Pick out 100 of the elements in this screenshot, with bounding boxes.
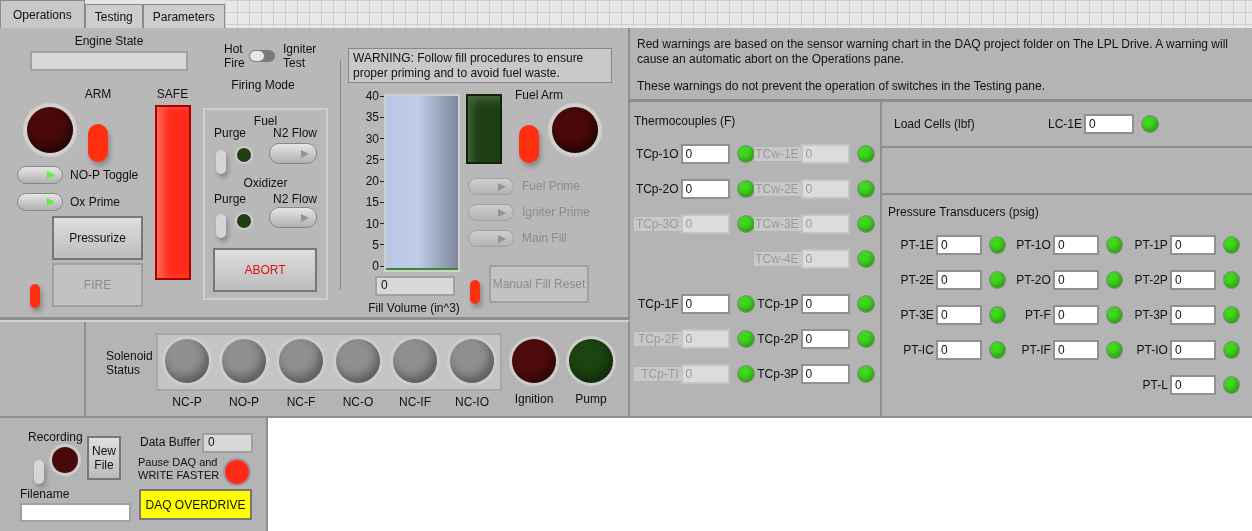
purge-label: Purge <box>214 126 247 140</box>
scale-label: 40 <box>365 90 379 102</box>
panel-title: Pressure Transducers (psig) <box>888 205 1040 219</box>
pressurize-button[interactable]: Pressurize <box>52 216 143 260</box>
sensor-label: PT-3E <box>899 307 935 322</box>
sensor-label: PT-IO <box>1135 342 1169 357</box>
lamp-label: NC-IF <box>398 395 432 409</box>
scale-label: 20 <box>365 175 379 187</box>
engine-state-label: Engine State <box>73 34 145 48</box>
value-field: 0 <box>1052 234 1100 255</box>
purge-label: Purge <box>214 192 247 206</box>
lamp-label: NC-P <box>171 395 203 409</box>
value-field: 0 <box>935 339 983 360</box>
sensor-label: TCp-1F <box>636 296 680 311</box>
sensor-label: PT-2P <box>1133 272 1169 287</box>
value-field: 0 <box>800 363 851 384</box>
lamp-label: NC-F <box>285 395 317 409</box>
purge-switch[interactable] <box>216 214 226 238</box>
value-field: 0 <box>935 269 983 290</box>
group-title: Fuel <box>252 114 279 128</box>
toggle-button[interactable] <box>17 193 63 211</box>
toggle-button[interactable] <box>17 166 63 184</box>
triangle-icon <box>497 181 507 192</box>
fuel-arm-label: Fuel Arm <box>514 88 564 102</box>
triangle-icon <box>46 170 56 180</box>
sensor-label: TCp-2P <box>756 331 800 346</box>
n2-flow-button[interactable] <box>269 143 317 164</box>
group-title: Oxidizer <box>242 176 289 190</box>
tab[interactable]: Operations <box>0 0 85 28</box>
value-field: 0 <box>680 213 731 234</box>
filename-field[interactable] <box>20 503 131 522</box>
scale-label: 5 <box>372 238 379 251</box>
triangle-icon <box>497 233 507 244</box>
sensor-label: PT-IC <box>902 342 935 357</box>
value-field: 0 <box>1169 374 1217 395</box>
triangle-icon <box>46 197 56 207</box>
scale-label: 35 <box>365 111 379 124</box>
value-field: 0 <box>800 293 851 314</box>
sensor-label: TCp-1P <box>756 296 800 311</box>
warning-message: WARNING: Follow fill procedures to ensure proper priming and to avoid fuel waste. <box>348 48 612 83</box>
pause-label: Pause DAQ and WRITE FASTER <box>138 456 221 482</box>
sensor-label: TCp-3P <box>756 366 800 381</box>
hot-fire-label: Hot Fire <box>224 42 246 70</box>
filename-label: Filename <box>20 487 70 501</box>
sensor-label: PT-IF <box>1020 342 1052 357</box>
pause-button[interactable] <box>225 460 249 484</box>
n2-flow-label: N2 Flow <box>273 126 317 140</box>
value-field: 0 <box>1052 304 1100 325</box>
value-field: 0 <box>800 248 851 269</box>
value-field: 0 <box>800 328 851 349</box>
fuel-arm-switch[interactable] <box>519 125 539 163</box>
sensor-label: PT-3P <box>1133 307 1169 322</box>
value-field: 0 <box>1169 339 1217 360</box>
scale-label: 0 <box>372 260 379 272</box>
arm-label: ARM <box>83 87 113 101</box>
n2-flow-button[interactable] <box>269 207 317 228</box>
safe-label: SAFE <box>155 87 190 101</box>
firing-mode-switch[interactable] <box>249 50 275 62</box>
igniter-test-label: Igniter Test <box>283 42 318 70</box>
triangle-icon <box>497 207 507 218</box>
value-field: 0 <box>1052 339 1100 360</box>
scale-label: 25 <box>365 153 379 166</box>
panel-title: Thermocouples (F) <box>634 114 737 128</box>
value-field: 0 <box>680 363 731 384</box>
sensor-label: PT-L <box>1141 377 1169 392</box>
value-field: 0 <box>800 143 851 164</box>
sensor-label: PT-2O <box>1015 272 1052 287</box>
sensor-label: PT-1P <box>1133 237 1169 252</box>
toggle-label: Ox Prime <box>70 195 120 209</box>
solenoid-status-label: Solenoid Status <box>106 349 150 377</box>
arm-switch[interactable] <box>88 124 108 162</box>
new-file-button[interactable]: New File <box>87 436 121 480</box>
daq-overdrive-button[interactable]: DAQ OVERDRIVE <box>139 489 252 520</box>
value-field: 0 <box>800 213 851 234</box>
purge-switch[interactable] <box>216 150 226 174</box>
sensor-label: PT-1O <box>1015 237 1052 252</box>
firing-mode-label: Firing Mode <box>230 78 296 92</box>
value-field: 0 <box>1169 269 1217 290</box>
lamp-label: Pump <box>574 392 608 406</box>
value-field: 0 <box>680 328 731 349</box>
triangle-icon <box>300 212 310 223</box>
recording-label: Recording <box>28 430 83 444</box>
value-field: 0 <box>935 304 983 325</box>
tab[interactable]: Parameters <box>142 4 225 28</box>
value-field: 0 <box>680 293 731 314</box>
sensor-label: TCp-1O <box>634 146 680 161</box>
note-text: Red warnings are based on the sensor warning chart in the DAQ project folder on The LPL Drive. A warning will cause an automatic abort on the Operations pane. <box>637 37 1229 67</box>
fill-volume-label: Fill Volume (in^3) <box>367 301 461 315</box>
tab[interactable]: Testing <box>84 4 143 28</box>
scale-label: 10 <box>365 217 379 230</box>
recording-switch[interactable] <box>34 460 44 484</box>
sensor-label: PT-F <box>1023 307 1052 322</box>
lamp-label: NO-P <box>228 395 260 409</box>
panel-title: Load Cells (lbf) <box>894 117 976 131</box>
value-field: 0 <box>1084 114 1134 134</box>
value-field: 0 <box>1169 304 1217 325</box>
note-text: These warnings do not prevent the operation of switches in the Testing pane. <box>637 79 1047 94</box>
value-field: 0 <box>800 178 851 199</box>
data-buffer-field: 0 <box>202 433 253 453</box>
value-field: 0 <box>680 178 731 199</box>
